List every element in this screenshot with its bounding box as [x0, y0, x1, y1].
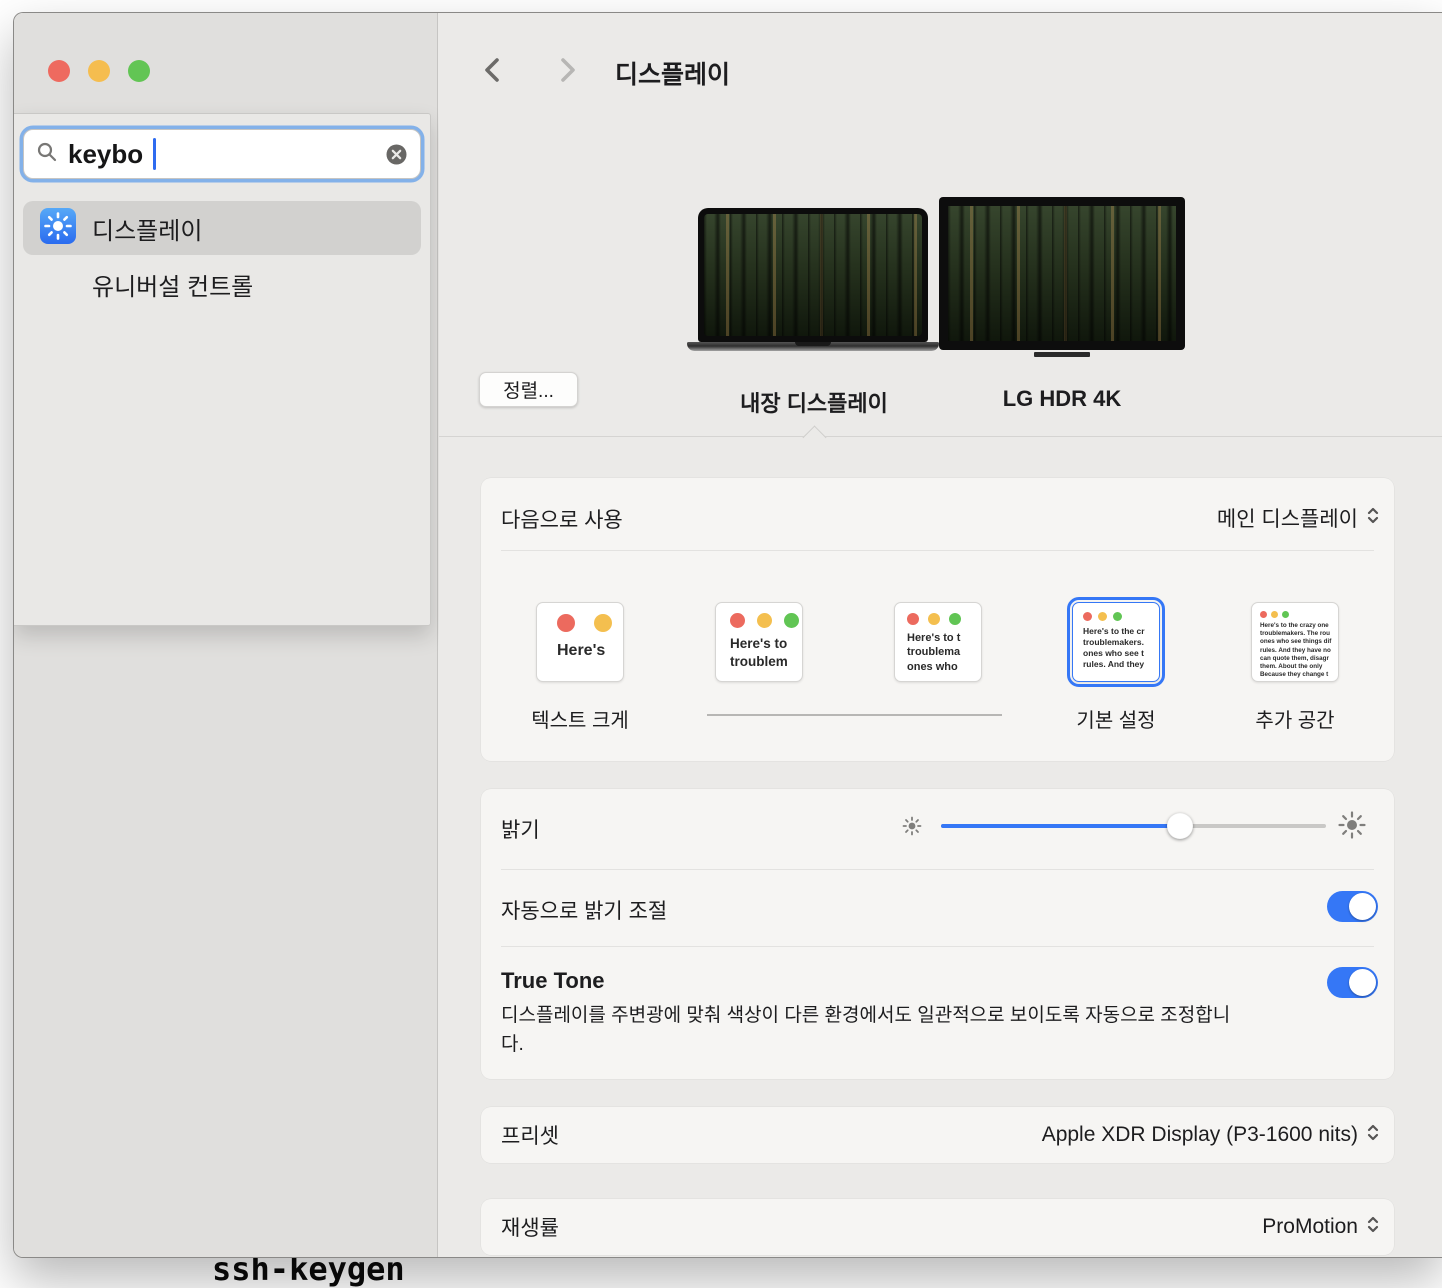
- mini-window-traffic-lights: [1252, 603, 1338, 618]
- scaling-preview-text: Here's to the cr troublemakers. ones who…: [1073, 621, 1159, 670]
- mini-window-traffic-lights: [895, 603, 981, 625]
- clear-search-button[interactable]: [385, 143, 408, 166]
- page-title: 디스플레이: [615, 55, 730, 91]
- search-result-label: 유니버설 컨트롤: [92, 267, 253, 302]
- scaling-preview-text: Here's: [537, 632, 623, 662]
- divider: [501, 869, 1374, 870]
- brightness-label: 밝기: [501, 814, 540, 844]
- scaling-option-default[interactable]: Here's to the cr troublemakers. ones who…: [1072, 602, 1160, 682]
- use-as-label: 다음으로 사용: [501, 504, 623, 534]
- brightness-high-icon: [1337, 810, 1367, 840]
- scaling-track-line: [707, 714, 1002, 716]
- auto-brightness-label: 자동으로 밝기 조절: [501, 895, 667, 925]
- close-button[interactable]: [48, 60, 70, 82]
- builtin-display-thumbnail[interactable]: [698, 208, 928, 351]
- scaling-preview-text: Here's to t troublema ones who: [895, 625, 981, 674]
- scaling-option-more-space[interactable]: Here's to the crazy one troublemakers. T…: [1251, 602, 1339, 682]
- brightness-slider-knob[interactable]: [1167, 813, 1193, 839]
- brightness-low-icon: [901, 815, 923, 837]
- section-divider: [439, 436, 1442, 437]
- true-tone-toggle[interactable]: [1327, 967, 1378, 998]
- true-tone-description: 디스플레이를 주변광에 맞춰 색상이 다른 환경에서도 일관적으로 보이도록 자…: [501, 1001, 1246, 1060]
- monitor-stand: [1034, 352, 1090, 357]
- refresh-rate-value: ProMotion: [1262, 1215, 1358, 1239]
- scaling-label-default: 기본 설정: [1076, 704, 1155, 733]
- external-display-label: LG HDR 4K: [1003, 386, 1122, 412]
- divider: [501, 550, 1374, 551]
- brightness-slider-fill: [941, 824, 1180, 828]
- zoom-button[interactable]: [128, 60, 150, 82]
- back-button[interactable]: [477, 53, 511, 87]
- scaling-option-2[interactable]: Here's to troublem: [715, 602, 803, 682]
- sidebar: keybo 디스플레이 유니버설 컨트롤: [14, 13, 438, 1257]
- true-tone-label: True Tone: [501, 968, 605, 994]
- macbook-screen: [698, 208, 928, 342]
- preset-value: Apple XDR Display (P3-1600 nits): [1042, 1123, 1358, 1147]
- chevron-up-down-icon: [1366, 506, 1380, 530]
- minimize-button[interactable]: [88, 60, 110, 82]
- arrange-button[interactable]: 정렬...: [479, 372, 578, 407]
- use-as-select[interactable]: 메인 디스플레이: [1217, 503, 1380, 533]
- search-result-universal-control[interactable]: 유니버설 컨트롤: [92, 264, 253, 304]
- main-content: 디스플레이 내장 디스플레이 LG HDR 4K 정렬... 다음으로 사용 메…: [439, 13, 1442, 1257]
- display-settings-icon: [40, 208, 76, 249]
- scaling-option-larger-text[interactable]: Here's: [536, 602, 624, 682]
- refresh-rate-label: 재생률: [501, 1212, 559, 1242]
- macbook-base: [687, 342, 939, 351]
- search-icon: [36, 141, 58, 168]
- use-as-value: 메인 디스플레이: [1217, 503, 1358, 533]
- scaling-preview-text: Here's to the crazy one troublemakers. T…: [1252, 618, 1338, 679]
- selected-display-pointer: [802, 425, 826, 449]
- refresh-rate-select[interactable]: ProMotion: [1262, 1215, 1380, 1239]
- wallpaper-image: [704, 214, 922, 336]
- search-input-value: keybo: [68, 139, 143, 170]
- search-input[interactable]: keybo: [23, 129, 421, 179]
- chevron-up-down-icon: [1366, 1123, 1380, 1147]
- scaling-option-3[interactable]: Here's to t troublema ones who: [894, 602, 982, 682]
- scaling-label-larger-text: 텍스트 크게: [531, 704, 629, 733]
- text-caret: [153, 138, 156, 170]
- external-display-thumbnail[interactable]: [939, 197, 1185, 357]
- scaling-card: 다음으로 사용 메인 디스플레이 Here's Here's to troubl…: [481, 478, 1394, 761]
- search-results-panel: keybo 디스플레이 유니버설 컨트롤: [14, 113, 431, 626]
- wallpaper-image: [948, 206, 1176, 341]
- brightness-card: 밝기 자동으로 밝기 조절 True Tone 디스플레이를 주변광에 맞춰 색…: [481, 789, 1394, 1079]
- refresh-rate-card: 재생률 ProMotion: [481, 1199, 1394, 1255]
- system-settings-window: keybo 디스플레이 유니버설 컨트롤 디스플레이: [13, 12, 1442, 1258]
- preset-select[interactable]: Apple XDR Display (P3-1600 nits): [1042, 1123, 1380, 1147]
- preset-card: 프리셋 Apple XDR Display (P3-1600 nits): [481, 1107, 1394, 1163]
- search-result-label: 디스플레이: [92, 211, 202, 246]
- chevron-up-down-icon: [1366, 1215, 1380, 1239]
- mini-window-traffic-lights: [537, 603, 623, 632]
- scaling-label-more-space: 추가 공간: [1255, 704, 1334, 733]
- scaling-preview-text: Here's to troublem: [716, 628, 802, 670]
- builtin-display-label: 내장 디스플레이: [740, 386, 888, 418]
- mini-window-traffic-lights: [716, 603, 802, 628]
- forward-button[interactable]: [549, 53, 583, 87]
- screen: { "header": { "title": "디스플레이" }, "sideb…: [0, 0, 1442, 1276]
- monitor-frame: [939, 197, 1185, 350]
- auto-brightness-toggle[interactable]: [1327, 891, 1378, 922]
- search-result-display[interactable]: 디스플레이: [23, 201, 421, 255]
- divider: [501, 946, 1374, 947]
- preset-label: 프리셋: [501, 1120, 559, 1150]
- mini-window-traffic-lights: [1073, 603, 1159, 621]
- brightness-slider[interactable]: [941, 824, 1326, 828]
